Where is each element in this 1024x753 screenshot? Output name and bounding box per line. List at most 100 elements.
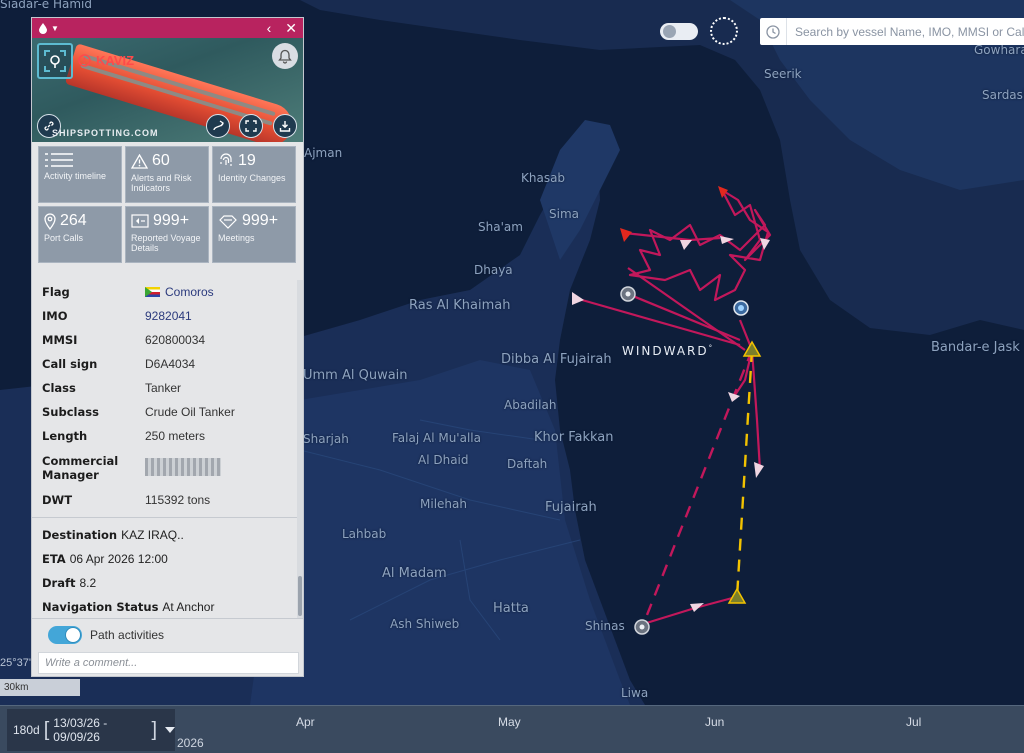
property-value: 8.2 (79, 576, 97, 590)
map-scale-bar: 30km (0, 679, 80, 696)
comoros-flag-icon (145, 287, 160, 297)
bell-icon[interactable] (272, 43, 298, 69)
property-label: Destination (42, 528, 118, 542)
timeline-date-range: 13/03/26 - 09/09/26 (53, 716, 108, 744)
tile-value: 999+ (153, 212, 190, 229)
path-activities-toggle[interactable] (48, 625, 82, 644)
expand-icon[interactable] (239, 114, 263, 138)
alert-triangle-icon (131, 153, 148, 169)
map-place-label: Siadar-e Hamid (0, 0, 92, 11)
voyage-icon (131, 214, 149, 228)
photo-credit: SHIPSPOTTING.COM (52, 128, 159, 138)
timeline-month[interactable]: May (498, 715, 521, 729)
drop-icon (39, 23, 47, 34)
map-place-label: Ash Shiweb (390, 617, 460, 631)
close-icon[interactable]: ✕ (285, 20, 297, 37)
property-value: 250 meters (145, 429, 206, 443)
tile-label: Port Calls (44, 233, 84, 243)
tile-alerts-risk[interactable]: 60 Alerts and Risk Indicators (125, 146, 209, 203)
direction-arrow (572, 292, 584, 305)
vessel-photo: KAVIZ SHIPSPOTTING.COM (32, 38, 303, 142)
track-segment (627, 267, 746, 351)
history-clock-icon[interactable] (760, 18, 787, 45)
property-mmsi: MMSI 620800034 (32, 328, 298, 352)
property-value: At Anchor (162, 600, 215, 614)
toggle-knob (663, 25, 676, 38)
map-place-label: Fujairah (545, 500, 597, 515)
property-subclass: Subclass Crude Oil Tanker (32, 400, 298, 424)
timeline-bar[interactable]: 180d [ 13/03/26 - 09/09/26 ] 2026 Apr Ma… (0, 705, 1024, 753)
map-place-label: Sima (549, 207, 579, 221)
path-activities-label: Path activities (90, 627, 165, 642)
property-value[interactable]: 9282041 (145, 309, 192, 323)
vessel-name: KAVIZ (78, 53, 134, 68)
timeline-month[interactable]: Jul (906, 715, 921, 729)
tile-activity-timeline[interactable]: Activity timeline (38, 146, 122, 203)
timeline-month[interactable]: Apr (296, 715, 315, 729)
map-place-label: Lahbab (342, 527, 387, 541)
property-flag: Flag Comoros (32, 280, 298, 304)
vessel-properties-list[interactable]: Flag Comoros IMO 9282041 MMSI 620800034 … (32, 280, 298, 618)
map-place-label: Shinas (585, 619, 625, 633)
tile-label: Activity timeline (44, 171, 107, 181)
bracket-left: [ (43, 719, 50, 741)
vessel-name-text: KAVIZ (96, 53, 135, 68)
panel-menu-dropdown[interactable]: ▼ (38, 22, 59, 34)
comment-box (38, 652, 299, 674)
voyage-draft: Draft 8.2 (32, 571, 298, 595)
property-value: Tanker (145, 381, 182, 395)
loading-spinner-icon (710, 17, 738, 45)
vessel-search-bar (760, 18, 1024, 45)
vessel-focus-icon[interactable] (37, 43, 73, 79)
property-class: Class Tanker (32, 376, 298, 400)
map-place-label: Hatta (493, 601, 529, 616)
chevron-down-icon (165, 727, 175, 733)
property-label: Subclass (42, 405, 99, 419)
panel-scrollbar[interactable] (297, 280, 303, 618)
download-icon[interactable] (273, 114, 297, 138)
timeline-month[interactable]: Jun (705, 715, 724, 729)
vessel-insight-tiles: Activity timeline 60 Alerts and Risk Ind… (32, 142, 303, 266)
timeline-range-selector[interactable]: 180d [ 13/03/26 - 09/09/26 ] (7, 709, 175, 751)
meeting-icon (219, 214, 237, 229)
property-label: Call sign (42, 357, 98, 371)
tile-value: 19 (238, 152, 256, 169)
search-input[interactable] (787, 19, 1024, 44)
voyage-navigation-status: Navigation Status At Anchor (32, 595, 298, 618)
tile-label: Identity Changes (218, 173, 286, 183)
tile-reported-voyage[interactable]: 999+ Reported Voyage Details (125, 206, 209, 263)
bracket-right: ] (151, 719, 157, 741)
map-place-label: Dibba Al Fujairah (501, 352, 612, 367)
timeline-year: 2026 (177, 736, 204, 750)
tile-identity-changes[interactable]: 19 Identity Changes (212, 146, 296, 203)
section-divider (32, 517, 298, 518)
map-place-label: Sardasht (982, 88, 1024, 102)
map-place-label: Gowharan (974, 43, 1024, 57)
comment-input[interactable] (39, 653, 298, 673)
share-route-icon[interactable] (206, 114, 230, 138)
map-place-label: Dhaya (474, 263, 513, 277)
dashed-projected-path-pink (643, 349, 754, 621)
tile-label: Meetings (218, 233, 255, 243)
layer-toggle[interactable] (660, 23, 698, 40)
property-value[interactable]: Comoros (145, 285, 214, 299)
tile-port-calls[interactable]: 264 Port Calls (38, 206, 122, 263)
map-place-label: Milehah (420, 497, 467, 511)
map-place-label: Daftah (507, 457, 548, 471)
chevron-down-icon: ▼ (51, 23, 59, 33)
risk-alert-icon (78, 54, 91, 67)
map-place-label: Bandar-e Jask (931, 340, 1020, 355)
map-place-label: Ras Al Khaimah (409, 298, 511, 313)
scrollbar-thumb[interactable] (298, 576, 302, 616)
collapse-panel-icon[interactable]: ‹ (267, 20, 272, 37)
property-label: Flag (42, 285, 70, 299)
tile-value: 60 (152, 152, 170, 169)
tile-label: Alerts and Risk Indicators (131, 173, 192, 193)
windward-watermark: WINDWARD° (622, 344, 715, 358)
tile-meetings[interactable]: 999+ Meetings (212, 206, 296, 263)
panel-header-bar: ▼ ‹ ✕ (32, 18, 303, 38)
property-label: ETA (42, 552, 66, 566)
property-length: Length 250 meters (32, 424, 298, 448)
map-place-label: Khor Fakkan (534, 430, 614, 445)
property-dwt: DWT 115392 tons (32, 488, 298, 512)
